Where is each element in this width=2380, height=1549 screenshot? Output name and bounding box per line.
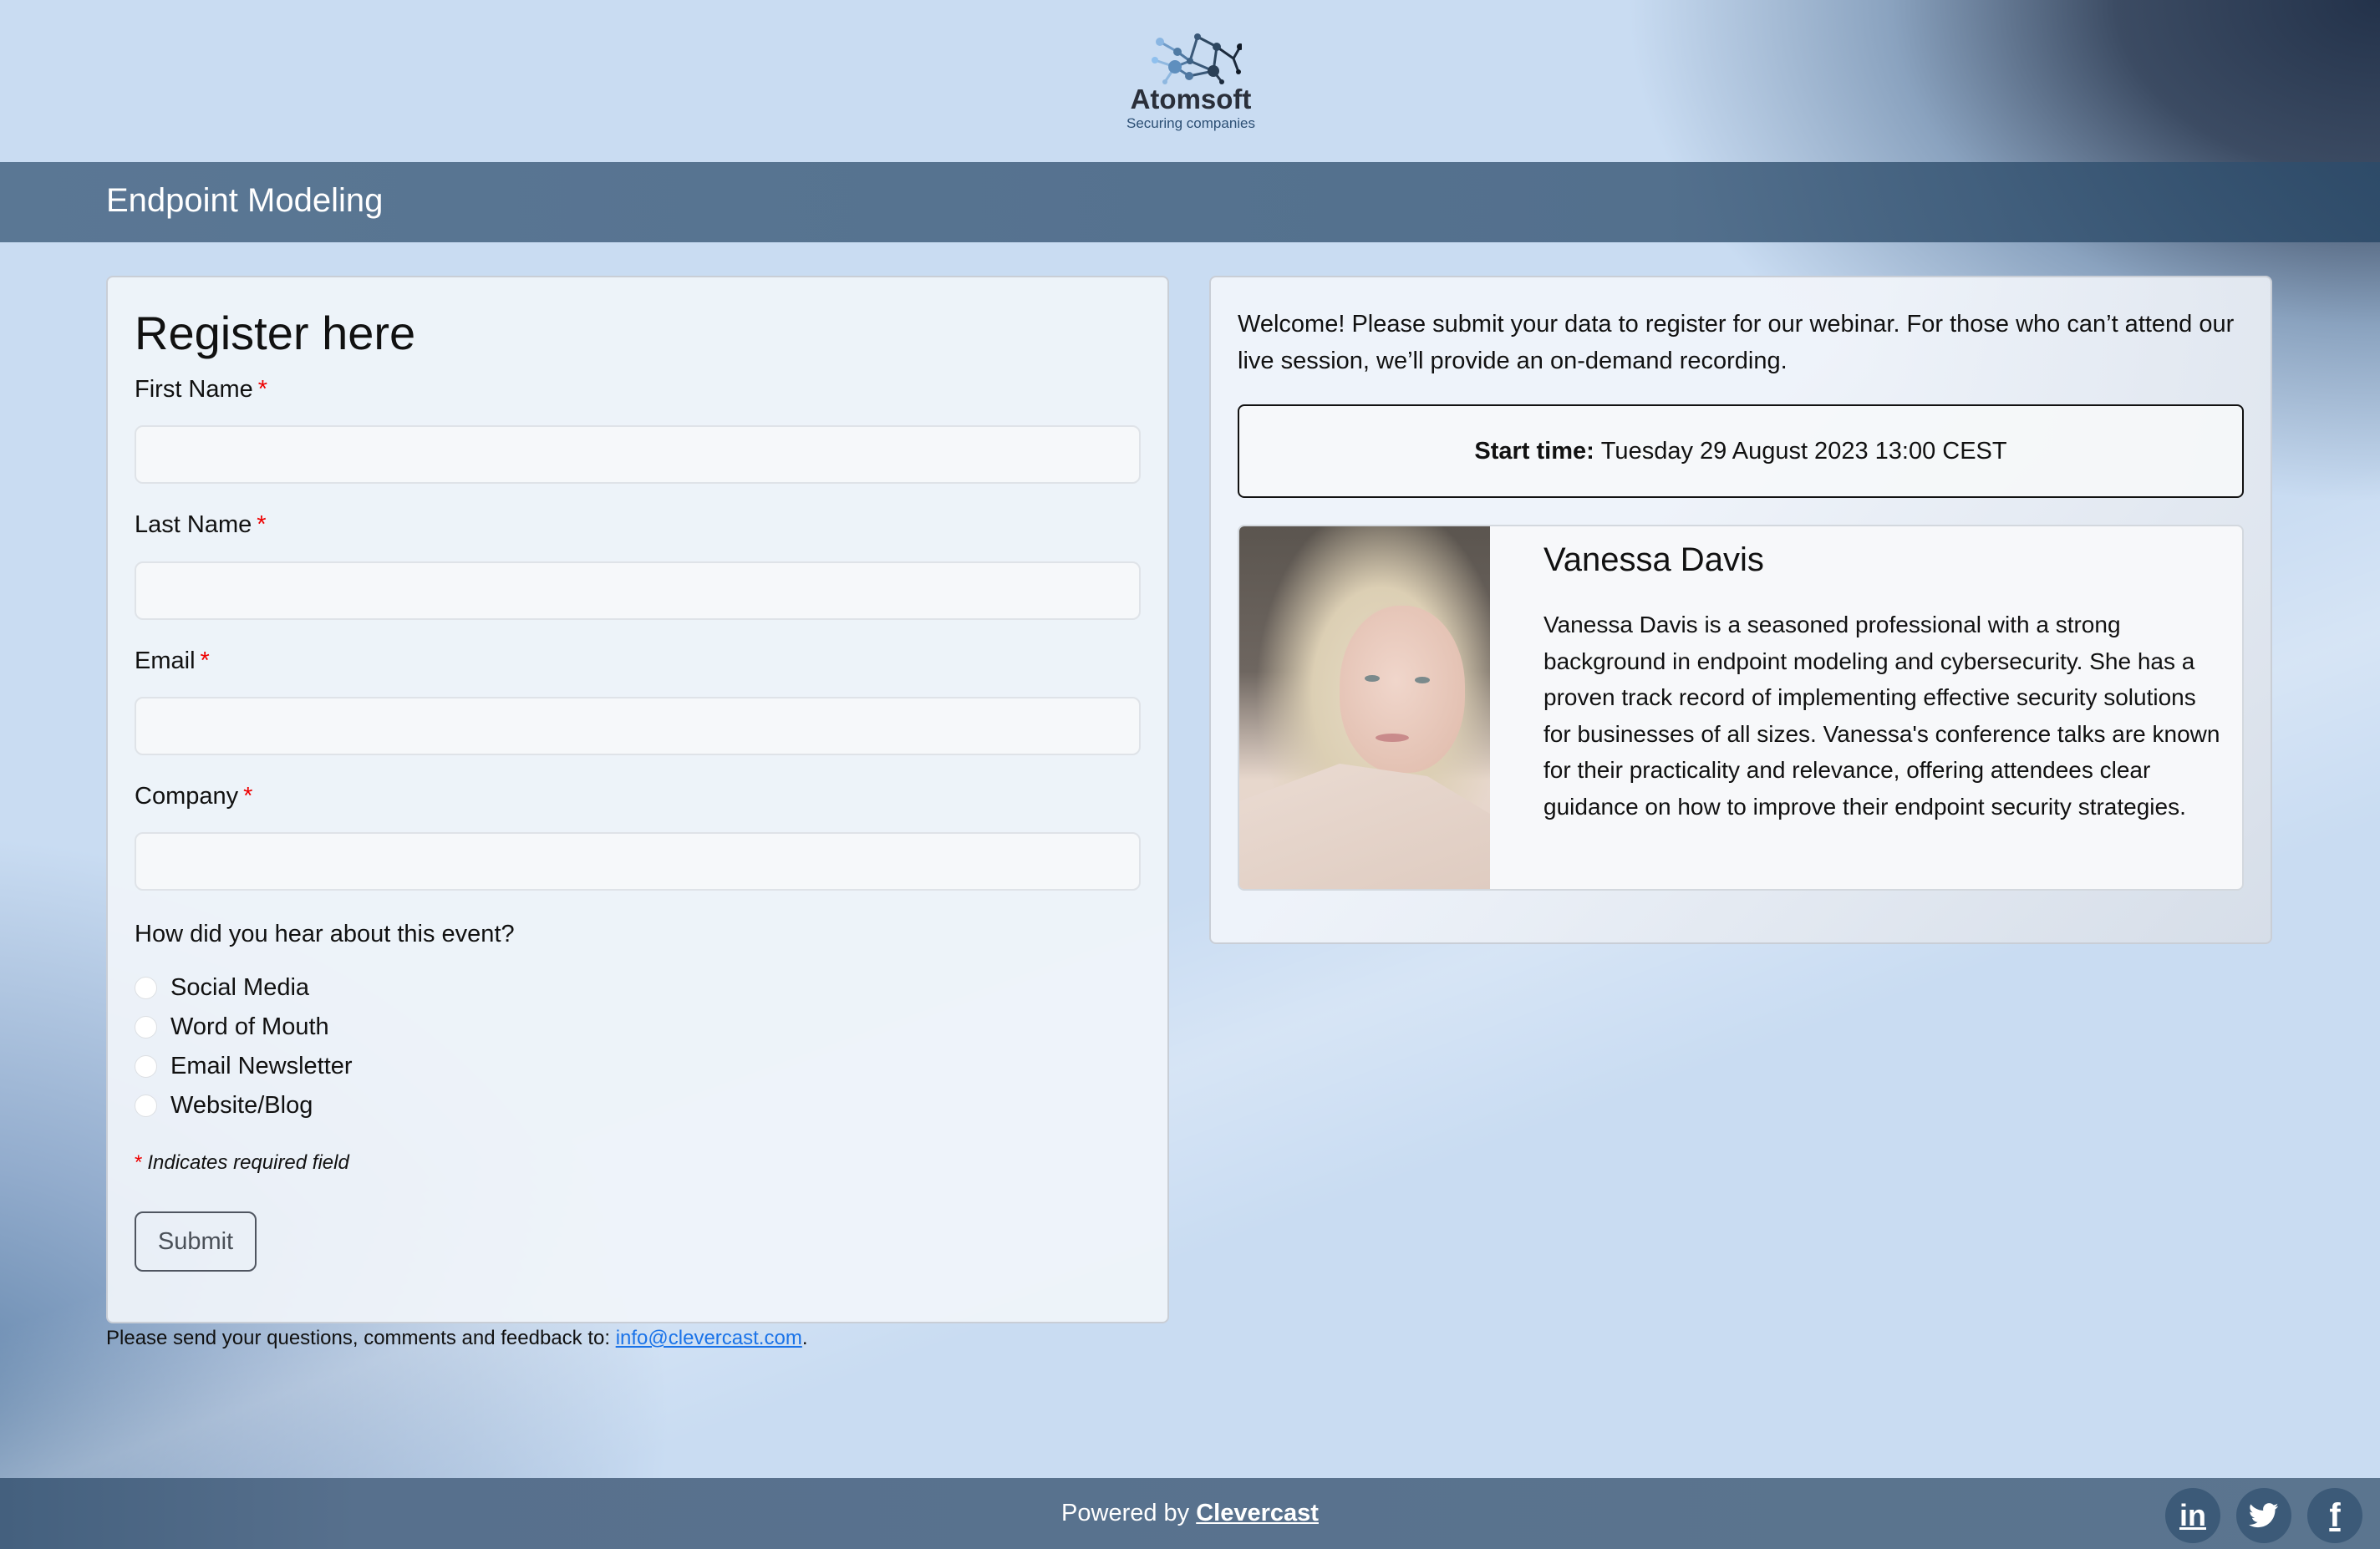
email-label-text: Email <box>135 648 196 674</box>
brand-tagline: Securing companies <box>1126 115 1256 131</box>
required-note-text: Indicates required field <box>147 1151 349 1174</box>
contact-line: Please send your questions, comments and… <box>106 1327 807 1350</box>
twitter-button[interactable] <box>2236 1488 2291 1543</box>
last-name-input[interactable] <box>135 561 1141 620</box>
required-asterisk: * <box>243 783 253 810</box>
email-input[interactable] <box>135 697 1141 755</box>
radio-label[interactable]: Word of Mouth <box>170 1013 329 1041</box>
speaker-face <box>1340 606 1465 773</box>
speaker-photo <box>1239 526 1490 889</box>
referral-question: How did you hear about this event? <box>135 921 515 947</box>
last-name-label: Last Name * <box>135 511 267 539</box>
radio-option-website-blog[interactable]: Website/Blog <box>135 1089 313 1122</box>
email-label: Email * <box>135 648 210 675</box>
first-name-label: First Name * <box>135 376 267 404</box>
welcome-text: Welcome! Please submit your data to regi… <box>1238 311 2235 374</box>
radio-button[interactable] <box>135 1094 157 1117</box>
company-label: Company * <box>135 783 252 810</box>
start-time-value: Tuesday 29 August 2023 13:00 CEST <box>1600 437 2007 465</box>
radio-option-word-of-mouth[interactable]: Word of Mouth <box>135 1010 329 1044</box>
linkedin-button[interactable]: in <box>2165 1488 2220 1543</box>
required-asterisk: * <box>200 648 210 674</box>
event-info-card: Welcome! Please submit your data to regi… <box>1209 276 2272 944</box>
submit-button[interactable]: Submit <box>135 1211 257 1272</box>
facebook-button[interactable]: f <box>2307 1488 2362 1543</box>
brand-name: Atomsoft <box>1130 84 1252 114</box>
footer: Powered by Clevercast in f <box>0 1478 2380 1549</box>
radio-button[interactable] <box>135 976 157 999</box>
radio-label[interactable]: Website/Blog <box>170 1092 313 1120</box>
linkedin-icon: in <box>2179 1498 2206 1532</box>
speaker-eye <box>1415 677 1430 683</box>
radio-option-social-media[interactable]: Social Media <box>135 971 309 1004</box>
event-title: Endpoint Modeling <box>106 182 384 219</box>
required-asterisk: * <box>257 511 267 538</box>
last-name-label-text: Last Name <box>135 511 252 538</box>
radio-button[interactable] <box>135 1054 157 1078</box>
clevercast-link[interactable]: Clevercast <box>1196 1500 1319 1526</box>
required-asterisk: * <box>257 376 268 403</box>
start-time-box: Start time: Tuesday 29 August 2023 13:00… <box>1238 404 2244 498</box>
form-title: Register here <box>135 307 416 359</box>
first-name-label-text: First Name <box>135 376 253 403</box>
contact-text: Please send your questions, comments and… <box>106 1327 616 1349</box>
required-asterisk: * <box>135 1151 143 1174</box>
speaker-card: Vanessa Davis Vanessa Davis is a seasone… <box>1238 525 2244 891</box>
radio-option-email-newsletter[interactable]: Email Newsletter <box>135 1049 353 1083</box>
radio-label[interactable]: Social Media <box>170 974 309 1002</box>
speaker-eye <box>1365 675 1380 682</box>
twitter-icon <box>2249 1503 2279 1528</box>
first-name-input[interactable] <box>135 425 1141 484</box>
molecule-network-icon <box>1152 33 1242 84</box>
event-title-bar: Endpoint Modeling <box>0 162 2380 242</box>
powered-by-text: Powered by <box>1061 1500 1197 1526</box>
start-time-label: Start time: <box>1474 437 1594 465</box>
speaker-name: Vanessa Davis <box>1543 541 1764 578</box>
registration-form-card: Register here First Name * Last Name * Ema… <box>106 276 1169 1323</box>
radio-button[interactable] <box>135 1015 157 1039</box>
company-label-text: Company <box>135 783 239 810</box>
radio-label[interactable]: Email Newsletter <box>170 1053 353 1080</box>
facebook-icon: f <box>2329 1496 2341 1534</box>
speaker-shirt <box>1239 764 1490 889</box>
required-field-note: * Indicates required field <box>135 1151 349 1175</box>
contact-email-link[interactable]: info@clevercast.com <box>616 1327 802 1349</box>
brand-logo: Atomsoft Securing companies <box>1111 28 1270 131</box>
powered-by: Powered by Clevercast <box>0 1500 2380 1527</box>
speaker-lips <box>1376 734 1409 742</box>
speaker-bio: Vanessa Davis is a seasoned professional… <box>1543 612 2220 820</box>
contact-suffix: . <box>801 1327 808 1349</box>
company-input[interactable] <box>135 832 1141 891</box>
